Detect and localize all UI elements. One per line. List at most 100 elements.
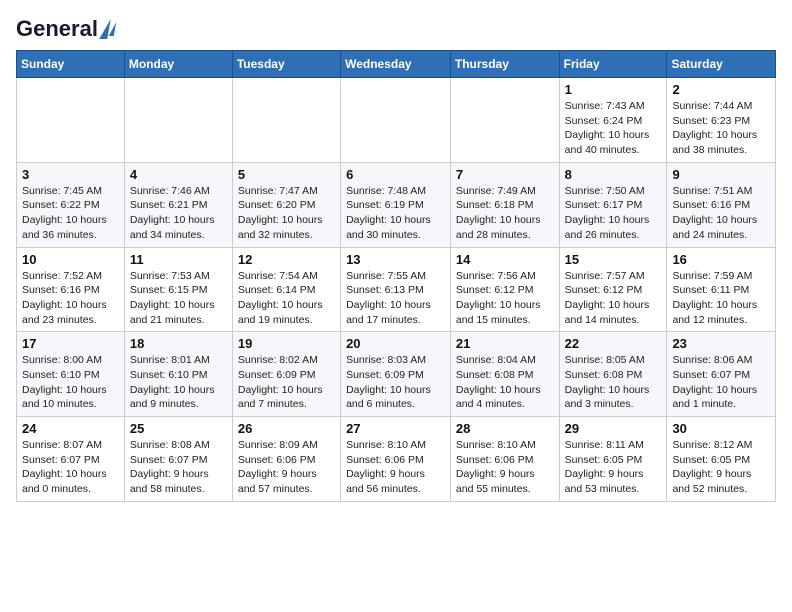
day-number: 24 [22,421,119,436]
day-info: Sunrise: 8:08 AMSunset: 6:07 PMDaylight:… [130,438,227,497]
day-info: Sunrise: 8:12 AMSunset: 6:05 PMDaylight:… [672,438,770,497]
day-cell: 30 Sunrise: 8:12 AMSunset: 6:05 PMDayligh… [667,417,776,502]
day-cell: 3 Sunrise: 7:45 AMSunset: 6:22 PMDaylight… [17,162,125,247]
day-number: 26 [238,421,335,436]
day-cell: 12Sunrise: 7:54 AMSunset: 6:14 PMDayligh… [232,247,340,332]
day-info: Sunrise: 8:10 AMSunset: 6:06 PMDaylight:… [456,438,554,497]
day-info: Sunrise: 7:44 AMSunset: 6:23 PMDaylight:… [672,99,770,158]
day-cell: 1 Sunrise: 7:43 AMSunset: 6:24 PMDaylight… [559,78,667,163]
day-cell: 27 Sunrise: 8:10 AMSunset: 6:06 PMDayligh… [341,417,451,502]
day-number: 22 [565,336,662,351]
day-number: 1 [565,82,662,97]
day-cell: 14 Sunrise: 7:56 AMSunset: 6:12 PMDayligh… [450,247,559,332]
day-cell [341,78,451,163]
day-info: Sunrise: 7:56 AMSunset: 6:12 PMDaylight:… [456,269,554,328]
day-info: Sunrise: 8:01 AMSunset: 6:10 PMDaylight:… [130,353,227,412]
day-info: Sunrise: 8:04 AMSunset: 6:08 PMDaylight:… [456,353,554,412]
day-info: Sunrise: 7:45 AMSunset: 6:22 PMDaylight:… [22,184,119,243]
day-number: 10 [22,252,119,267]
day-cell: 28 Sunrise: 8:10 AMSunset: 6:06 PMDayligh… [450,417,559,502]
day-info: Sunrise: 8:07 AMSunset: 6:07 PMDaylight:… [22,438,119,497]
day-info: Sunrise: 8:03 AMSunset: 6:09 PMDaylight:… [346,353,445,412]
day-number: 5 [238,167,335,182]
day-cell: 5Sunrise: 7:47 AMSunset: 6:20 PMDaylight… [232,162,340,247]
day-number: 3 [22,167,119,182]
day-number: 9 [672,167,770,182]
day-info: Sunrise: 8:09 AMSunset: 6:06 PMDaylight:… [238,438,335,497]
day-cell: 25 Sunrise: 8:08 AMSunset: 6:07 PMDayligh… [124,417,232,502]
day-number: 30 [672,421,770,436]
day-info: Sunrise: 8:02 AMSunset: 6:09 PMDaylight:… [238,353,335,412]
day-number: 13 [346,252,445,267]
day-cell: 8 Sunrise: 7:50 AMSunset: 6:17 PMDaylight… [559,162,667,247]
calendar-table: SundayMondayTuesdayWednesdayThursdayFrid… [16,50,776,502]
logo-icon2 [109,22,116,36]
header-row: SundayMondayTuesdayWednesdayThursdayFrid… [17,51,776,78]
day-number: 20 [346,336,445,351]
week-row-3: 10 Sunrise: 7:52 AMSunset: 6:16 PMDayligh… [17,247,776,332]
day-number: 2 [672,82,770,97]
page-header: General [16,16,776,38]
day-number: 8 [565,167,662,182]
day-cell: 22 Sunrise: 8:05 AMSunset: 6:08 PMDayligh… [559,332,667,417]
day-cell: 2 Sunrise: 7:44 AMSunset: 6:23 PMDaylight… [667,78,776,163]
day-cell: 18 Sunrise: 8:01 AMSunset: 6:10 PMDayligh… [124,332,232,417]
day-number: 23 [672,336,770,351]
header-cell-monday: Monday [124,51,232,78]
day-info: Sunrise: 8:10 AMSunset: 6:06 PMDaylight:… [346,438,445,497]
day-info: Sunrise: 7:46 AMSunset: 6:21 PMDaylight:… [130,184,227,243]
day-number: 14 [456,252,554,267]
day-number: 18 [130,336,227,351]
day-info: Sunrise: 7:59 AMSunset: 6:11 PMDaylight:… [672,269,770,328]
day-cell: 13Sunrise: 7:55 AMSunset: 6:13 PMDayligh… [341,247,451,332]
day-number: 12 [238,252,335,267]
day-cell: 10 Sunrise: 7:52 AMSunset: 6:16 PMDayligh… [17,247,125,332]
day-number: 17 [22,336,119,351]
day-number: 29 [565,421,662,436]
day-cell: 9Sunrise: 7:51 AMSunset: 6:16 PMDaylight… [667,162,776,247]
day-number: 11 [130,252,227,267]
week-row-1: 1 Sunrise: 7:43 AMSunset: 6:24 PMDaylight… [17,78,776,163]
header-cell-sunday: Sunday [17,51,125,78]
day-cell: 7 Sunrise: 7:49 AMSunset: 6:18 PMDaylight… [450,162,559,247]
logo-general: General [16,16,98,42]
day-cell [232,78,340,163]
header-cell-saturday: Saturday [667,51,776,78]
day-number: 16 [672,252,770,267]
day-info: Sunrise: 7:49 AMSunset: 6:18 PMDaylight:… [456,184,554,243]
day-cell: 24 Sunrise: 8:07 AMSunset: 6:07 PMDayligh… [17,417,125,502]
day-number: 19 [238,336,335,351]
day-cell: 6 Sunrise: 7:48 AMSunset: 6:19 PMDaylight… [341,162,451,247]
day-info: Sunrise: 7:43 AMSunset: 6:24 PMDaylight:… [565,99,662,158]
day-cell: 17 Sunrise: 8:00 AMSunset: 6:10 PMDayligh… [17,332,125,417]
day-cell: 29Sunrise: 8:11 AMSunset: 6:05 PMDayligh… [559,417,667,502]
header-cell-wednesday: Wednesday [341,51,451,78]
day-number: 6 [346,167,445,182]
day-info: Sunrise: 8:05 AMSunset: 6:08 PMDaylight:… [565,353,662,412]
day-number: 28 [456,421,554,436]
day-cell: 26 Sunrise: 8:09 AMSunset: 6:06 PMDayligh… [232,417,340,502]
header-cell-tuesday: Tuesday [232,51,340,78]
week-row-2: 3 Sunrise: 7:45 AMSunset: 6:22 PMDaylight… [17,162,776,247]
day-info: Sunrise: 7:52 AMSunset: 6:16 PMDaylight:… [22,269,119,328]
header-cell-friday: Friday [559,51,667,78]
calendar-body: 1 Sunrise: 7:43 AMSunset: 6:24 PMDaylight… [17,78,776,502]
day-cell: 19 Sunrise: 8:02 AMSunset: 6:09 PMDayligh… [232,332,340,417]
day-cell [124,78,232,163]
day-number: 21 [456,336,554,351]
day-number: 7 [456,167,554,182]
day-number: 15 [565,252,662,267]
day-info: Sunrise: 7:50 AMSunset: 6:17 PMDaylight:… [565,184,662,243]
calendar-header: SundayMondayTuesdayWednesdayThursdayFrid… [17,51,776,78]
day-cell [450,78,559,163]
day-cell: 20 Sunrise: 8:03 AMSunset: 6:09 PMDayligh… [341,332,451,417]
day-info: Sunrise: 8:00 AMSunset: 6:10 PMDaylight:… [22,353,119,412]
day-info: Sunrise: 7:48 AMSunset: 6:19 PMDaylight:… [346,184,445,243]
day-cell: 21 Sunrise: 8:04 AMSunset: 6:08 PMDayligh… [450,332,559,417]
day-number: 27 [346,421,445,436]
day-number: 25 [130,421,227,436]
day-number: 4 [130,167,227,182]
day-cell: 4 Sunrise: 7:46 AMSunset: 6:21 PMDaylight… [124,162,232,247]
header-cell-thursday: Thursday [450,51,559,78]
day-info: Sunrise: 8:06 AMSunset: 6:07 PMDaylight:… [672,353,770,412]
